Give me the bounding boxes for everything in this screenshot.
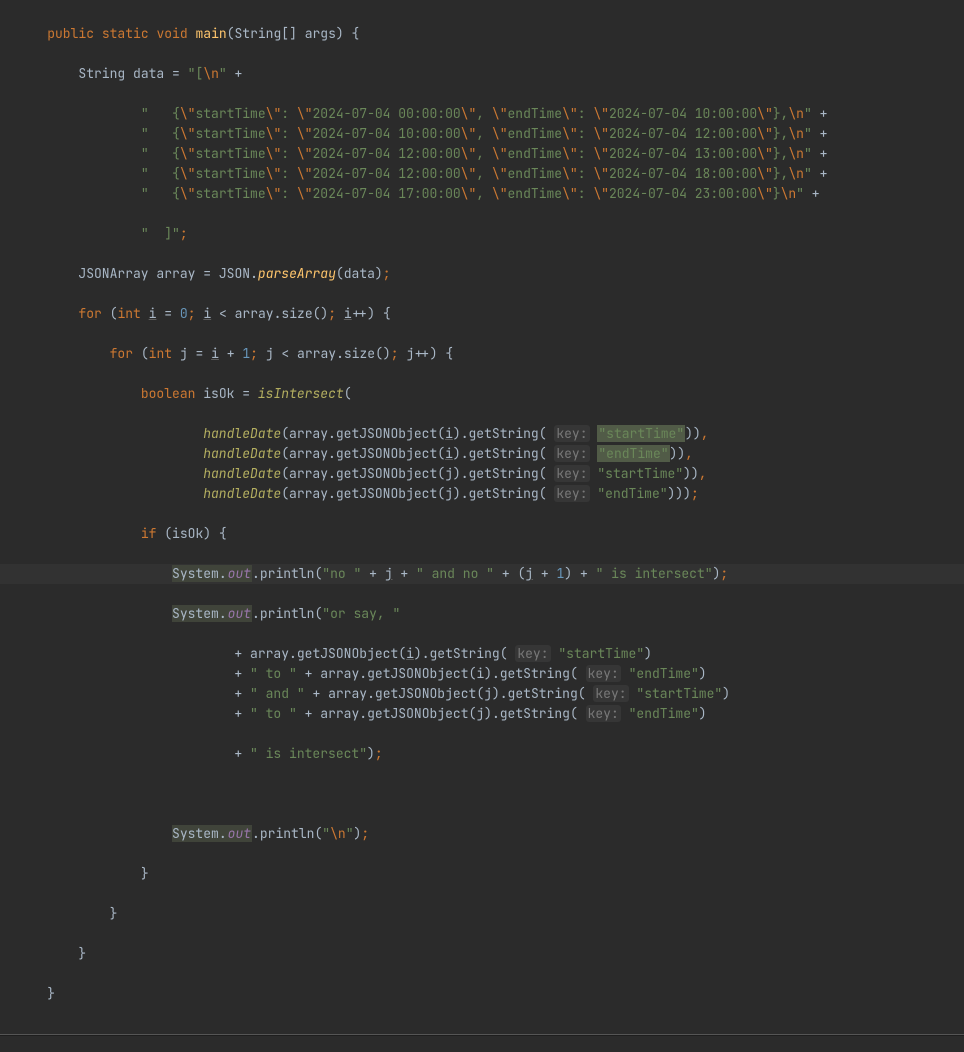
- code-line: }: [0, 904, 964, 924]
- code-line: " {\"startTime\": \"2024-07-04 00:00:00\…: [0, 104, 964, 124]
- code-line: handleDate(array.getJSONObject(j).getStr…: [0, 484, 964, 504]
- code-line: public static void main(String[] args) {: [0, 24, 964, 44]
- code-editor[interactable]: public static void main(String[] args) {…: [0, 0, 964, 1034]
- code-line: System.out.println("no " + j + " and no …: [0, 564, 964, 584]
- code-line: " {\"startTime\": \"2024-07-04 12:00:00\…: [0, 144, 964, 164]
- code-line: + array.getJSONObject(i).getString( key:…: [0, 644, 964, 664]
- code-line: System.out.println("or say, ": [0, 604, 964, 624]
- code-line: String data = "[\n" +: [0, 64, 964, 84]
- code-line: + " to " + array.getJSONObject(j).getStr…: [0, 704, 964, 724]
- code-line: for (int i = 0; i < array.size(); i++) {: [0, 304, 964, 324]
- code-line: " {\"startTime\": \"2024-07-04 17:00:00\…: [0, 184, 964, 204]
- code-line: handleDate(array.getJSONObject(j).getStr…: [0, 464, 964, 484]
- code-line: for (int j = i + 1; j < array.size(); j+…: [0, 344, 964, 364]
- code-line: if (isOk) {: [0, 524, 964, 544]
- code-line: " ]";: [0, 224, 964, 244]
- code-line: JSONArray array = JSON.parseArray(data);: [0, 264, 964, 284]
- code-line: [0, 784, 964, 804]
- code-line: + " and " + array.getJSONObject(j).getSt…: [0, 684, 964, 704]
- code-line: handleDate(array.getJSONObject(i).getStr…: [0, 424, 964, 444]
- code-line: handleDate(array.getJSONObject(i).getStr…: [0, 444, 964, 464]
- console-output[interactable]: > Task :cango-trade-server:classes > Tas…: [0, 1036, 964, 1052]
- code-line: " {\"startTime\": \"2024-07-04 10:00:00\…: [0, 124, 964, 144]
- code-line: }: [0, 944, 964, 964]
- code-line: }: [0, 984, 964, 1004]
- code-line: + " is intersect");: [0, 744, 964, 764]
- code-line: + " to " + array.getJSONObject(i).getStr…: [0, 664, 964, 684]
- code-line: }: [0, 864, 964, 884]
- code-line: System.out.println("\n");: [0, 824, 964, 844]
- code-line: boolean isOk = isIntersect(: [0, 384, 964, 404]
- code-line: " {\"startTime\": \"2024-07-04 12:00:00\…: [0, 164, 964, 184]
